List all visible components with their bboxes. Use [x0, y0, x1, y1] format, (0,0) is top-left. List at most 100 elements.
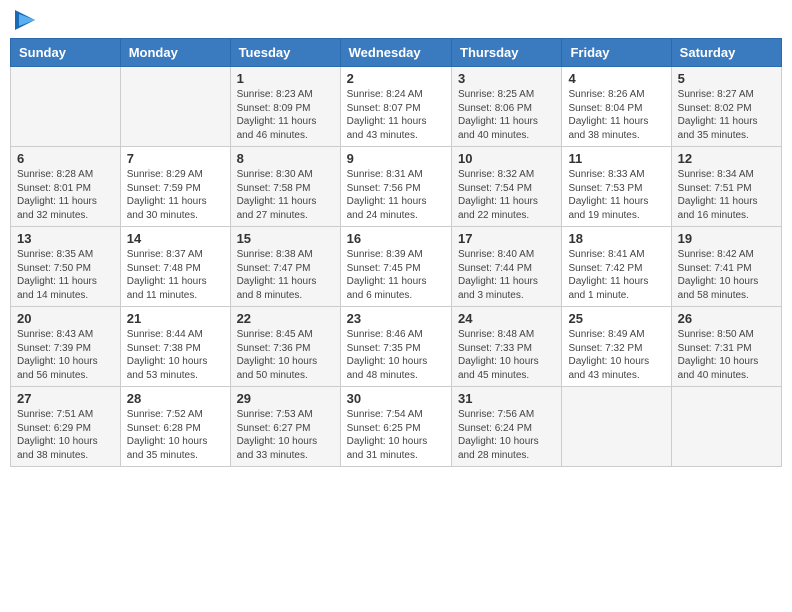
cell-info: Sunrise: 8:33 AMSunset: 7:53 PMDaylight:… [568, 168, 664, 222]
calendar-cell: 13 Sunrise: 8:35 AMSunset: 7:50 PMDayligh… [11, 227, 121, 307]
calendar-cell: 15 Sunrise: 8:38 AMSunset: 7:47 PMDayligh… [230, 227, 340, 307]
cell-info: Sunrise: 7:51 AMSunset: 6:29 PMDaylight:… [17, 408, 114, 462]
calendar-week-row: 20 Sunrise: 8:43 AMSunset: 7:39 PMDayligh… [11, 307, 782, 387]
day-number: 25 [568, 311, 664, 326]
calendar-table: SundayMondayTuesdayWednesdayThursdayFrid… [10, 38, 782, 467]
calendar-cell [120, 67, 230, 147]
day-number: 19 [678, 231, 775, 246]
cell-info: Sunrise: 8:41 AMSunset: 7:42 PMDaylight:… [568, 248, 664, 302]
calendar-week-row: 27 Sunrise: 7:51 AMSunset: 6:29 PMDayligh… [11, 387, 782, 467]
day-number: 17 [458, 231, 555, 246]
cell-info: Sunrise: 8:23 AMSunset: 8:09 PMDaylight:… [237, 88, 334, 142]
cell-info: Sunrise: 8:38 AMSunset: 7:47 PMDaylight:… [237, 248, 334, 302]
day-number: 27 [17, 391, 114, 406]
calendar-cell: 9 Sunrise: 8:31 AMSunset: 7:56 PMDaylight… [340, 147, 451, 227]
cell-info: Sunrise: 8:24 AMSunset: 8:07 PMDaylight:… [347, 88, 445, 142]
calendar-cell: 29 Sunrise: 7:53 AMSunset: 6:27 PMDayligh… [230, 387, 340, 467]
calendar-cell: 23Sunrise: 8:46 AMSunset: 7:35 PMDayligh… [340, 307, 451, 387]
cell-info: Sunrise: 7:56 AMSunset: 6:24 PMDaylight:… [458, 408, 555, 462]
calendar-week-row: 1 Sunrise: 8:23 AMSunset: 8:09 PMDaylight… [11, 67, 782, 147]
logo [14, 10, 35, 30]
cell-info: Sunrise: 8:48 AMSunset: 7:33 PMDaylight:… [458, 328, 555, 382]
day-number: 11 [568, 151, 664, 166]
calendar-cell: 2Sunrise: 8:24 AMSunset: 8:07 PMDaylight… [340, 67, 451, 147]
day-number: 29 [237, 391, 334, 406]
day-number: 12 [678, 151, 775, 166]
cell-info: Sunrise: 8:26 AMSunset: 8:04 PMDaylight:… [568, 88, 664, 142]
day-number: 31 [458, 391, 555, 406]
calendar-cell: 22 Sunrise: 8:45 AMSunset: 7:36 PMDayligh… [230, 307, 340, 387]
day-number: 4 [568, 71, 664, 86]
cell-info: Sunrise: 8:37 AMSunset: 7:48 PMDaylight:… [127, 248, 224, 302]
weekday-header-row: SundayMondayTuesdayWednesdayThursdayFrid… [11, 39, 782, 67]
calendar-cell [11, 67, 121, 147]
day-number: 23 [347, 311, 445, 326]
day-number: 13 [17, 231, 114, 246]
day-number: 30 [347, 391, 445, 406]
calendar-cell: 24 Sunrise: 8:48 AMSunset: 7:33 PMDayligh… [452, 307, 562, 387]
cell-info: Sunrise: 8:40 AMSunset: 7:44 PMDaylight:… [458, 248, 555, 302]
cell-info: Sunrise: 8:45 AMSunset: 7:36 PMDaylight:… [237, 328, 334, 382]
calendar-cell: 16 Sunrise: 8:39 AMSunset: 7:45 PMDayligh… [340, 227, 451, 307]
calendar-cell: 30 Sunrise: 7:54 AMSunset: 6:25 PMDayligh… [340, 387, 451, 467]
day-number: 7 [127, 151, 224, 166]
calendar-cell: 6Sunrise: 8:28 AMSunset: 8:01 PMDaylight… [11, 147, 121, 227]
logo-icon [15, 10, 35, 30]
day-number: 6 [17, 151, 114, 166]
calendar-cell: 19 Sunrise: 8:42 AMSunset: 7:41 PMDayligh… [671, 227, 781, 307]
cell-info: Sunrise: 8:34 AMSunset: 7:51 PMDaylight:… [678, 168, 775, 222]
calendar-cell: 3 Sunrise: 8:25 AMSunset: 8:06 PMDaylight… [452, 67, 562, 147]
calendar-cell: 21 Sunrise: 8:44 AMSunset: 7:38 PMDayligh… [120, 307, 230, 387]
day-number: 21 [127, 311, 224, 326]
day-number: 16 [347, 231, 445, 246]
calendar-cell: 17 Sunrise: 8:40 AMSunset: 7:44 PMDayligh… [452, 227, 562, 307]
day-number: 15 [237, 231, 334, 246]
calendar-cell: 10 Sunrise: 8:32 AMSunset: 7:54 PMDayligh… [452, 147, 562, 227]
header [10, 10, 782, 30]
day-number: 18 [568, 231, 664, 246]
cell-info: Sunrise: 8:49 AMSunset: 7:32 PMDaylight:… [568, 328, 664, 382]
calendar-cell: 25 Sunrise: 8:49 AMSunset: 7:32 PMDayligh… [562, 307, 671, 387]
calendar-cell: 14Sunrise: 8:37 AMSunset: 7:48 PMDayligh… [120, 227, 230, 307]
calendar-cell: 18 Sunrise: 8:41 AMSunset: 7:42 PMDayligh… [562, 227, 671, 307]
calendar-cell: 28Sunrise: 7:52 AMSunset: 6:28 PMDayligh… [120, 387, 230, 467]
weekday-header-friday: Friday [562, 39, 671, 67]
cell-info: Sunrise: 8:27 AMSunset: 8:02 PMDaylight:… [678, 88, 775, 142]
calendar-cell: 5Sunrise: 8:27 AMSunset: 8:02 PMDaylight… [671, 67, 781, 147]
calendar-cell: 31 Sunrise: 7:56 AMSunset: 6:24 PMDayligh… [452, 387, 562, 467]
day-number: 24 [458, 311, 555, 326]
calendar-cell: 7 Sunrise: 8:29 AMSunset: 7:59 PMDaylight… [120, 147, 230, 227]
cell-info: Sunrise: 8:43 AMSunset: 7:39 PMDaylight:… [17, 328, 114, 382]
day-number: 22 [237, 311, 334, 326]
calendar-cell: 8Sunrise: 8:30 AMSunset: 7:58 PMDaylight… [230, 147, 340, 227]
calendar-cell: 12 Sunrise: 8:34 AMSunset: 7:51 PMDayligh… [671, 147, 781, 227]
calendar-cell [562, 387, 671, 467]
day-number: 26 [678, 311, 775, 326]
calendar-cell: 4 Sunrise: 8:26 AMSunset: 8:04 PMDaylight… [562, 67, 671, 147]
cell-info: Sunrise: 8:42 AMSunset: 7:41 PMDaylight:… [678, 248, 775, 302]
cell-info: Sunrise: 8:25 AMSunset: 8:06 PMDaylight:… [458, 88, 555, 142]
cell-info: Sunrise: 7:53 AMSunset: 6:27 PMDaylight:… [237, 408, 334, 462]
day-number: 28 [127, 391, 224, 406]
day-number: 3 [458, 71, 555, 86]
cell-info: Sunrise: 8:35 AMSunset: 7:50 PMDaylight:… [17, 248, 114, 302]
day-number: 10 [458, 151, 555, 166]
cell-info: Sunrise: 8:44 AMSunset: 7:38 PMDaylight:… [127, 328, 224, 382]
cell-info: Sunrise: 8:32 AMSunset: 7:54 PMDaylight:… [458, 168, 555, 222]
cell-info: Sunrise: 7:54 AMSunset: 6:25 PMDaylight:… [347, 408, 445, 462]
cell-info: Sunrise: 8:31 AMSunset: 7:56 PMDaylight:… [347, 168, 445, 222]
calendar-week-row: 13 Sunrise: 8:35 AMSunset: 7:50 PMDayligh… [11, 227, 782, 307]
calendar-cell: 11 Sunrise: 8:33 AMSunset: 7:53 PMDayligh… [562, 147, 671, 227]
weekday-header-sunday: Sunday [11, 39, 121, 67]
calendar-cell: 1 Sunrise: 8:23 AMSunset: 8:09 PMDaylight… [230, 67, 340, 147]
weekday-header-monday: Monday [120, 39, 230, 67]
cell-info: Sunrise: 8:39 AMSunset: 7:45 PMDaylight:… [347, 248, 445, 302]
day-number: 1 [237, 71, 334, 86]
weekday-header-wednesday: Wednesday [340, 39, 451, 67]
day-number: 9 [347, 151, 445, 166]
calendar-week-row: 6Sunrise: 8:28 AMSunset: 8:01 PMDaylight… [11, 147, 782, 227]
day-number: 8 [237, 151, 334, 166]
weekday-header-tuesday: Tuesday [230, 39, 340, 67]
cell-info: Sunrise: 8:29 AMSunset: 7:59 PMDaylight:… [127, 168, 224, 222]
day-number: 20 [17, 311, 114, 326]
